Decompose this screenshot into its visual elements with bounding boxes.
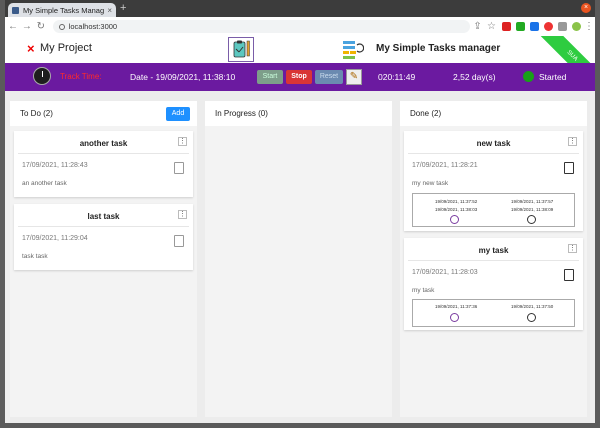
new-tab-button[interactable]: + [120, 2, 126, 14]
info-icon[interactable] [58, 23, 65, 30]
start-clock-icon [450, 215, 459, 224]
divider [18, 153, 189, 154]
task-title: last task [87, 212, 120, 221]
track-time-bar: Track Time: Date - 19/09/2021, 11:38:10 … [5, 63, 595, 91]
task-description: task task [22, 253, 48, 260]
browser-chrome: My Simple Tasks Manager × + × ← → ↻ loca… [5, 0, 595, 37]
column-header: To Do (2) Add [10, 101, 197, 126]
time-log: 19/09/2021, 11:37:36 19/09/2021, 11:37:5… [412, 299, 575, 327]
start-time: 19/09/2021, 11:38:03 [435, 207, 478, 212]
card-menu-icon[interactable]: ⋮ [568, 137, 577, 146]
tab-title: My Simple Tasks Manager [23, 5, 105, 15]
start-button[interactable]: Start [257, 70, 283, 84]
url-text: localhost:3000 [68, 22, 118, 31]
tab-close-icon[interactable]: × [107, 6, 112, 15]
clipboard-logo-icon [228, 37, 254, 62]
task-date: 17/09/2021, 11:28:21 [412, 162, 478, 169]
task-description: my task [412, 287, 435, 294]
extension-icon[interactable] [516, 22, 526, 31]
task-date: 17/09/2021, 11:28:03 [412, 269, 478, 276]
status-indicator-icon [523, 71, 534, 82]
close-project-icon[interactable]: × [27, 41, 35, 56]
app-header: × My Project My Simple Tasks manager SUA [5, 36, 595, 94]
add-task-button[interactable]: Add [166, 107, 190, 121]
app-root: × My Project My Simple Tasks manager SUA… [5, 36, 595, 423]
favicon-icon [12, 6, 19, 14]
forward-icon[interactable]: → [21, 21, 33, 32]
card-menu-icon[interactable]: ⋮ [568, 244, 577, 253]
extension-icon[interactable] [530, 22, 540, 31]
bookmark-star-icon[interactable]: ☆ [486, 21, 498, 32]
clipboard-check-icon[interactable] [564, 269, 574, 281]
start-time: 19/09/2021, 11:37:36 [435, 304, 478, 309]
reload-icon[interactable]: ↻ [35, 21, 47, 32]
column-title: In Progress (0) [215, 109, 268, 118]
start-time: 19/09/2021, 11:37:52 [435, 199, 478, 204]
column-title: Done (2) [410, 109, 442, 118]
divider [18, 226, 189, 227]
clipboard-search-icon[interactable] [174, 235, 184, 247]
task-date: 17/09/2021, 11:29:04 [22, 235, 88, 242]
column-done: Done (2) new task ⋮ 17/09/2021, 11:28:21… [400, 101, 587, 417]
divider [408, 153, 579, 154]
task-title: another task [79, 139, 128, 148]
divider [408, 260, 579, 261]
stop-clock-icon [527, 313, 536, 322]
clipboard-check-icon[interactable] [564, 162, 574, 174]
time-log: 19/09/2021, 11:37:52 19/09/2021, 11:38:0… [412, 193, 575, 227]
stopwatch-icon [33, 67, 51, 85]
status-text: Started [539, 72, 567, 82]
card-menu-icon[interactable]: ⋮ [178, 137, 187, 146]
browser-toolbar: ← → ↻ localhost:3000 ⇪ ☆ ⋮ [5, 17, 595, 37]
column-title: To Do (2) [20, 109, 53, 118]
task-card[interactable]: last task ⋮ 17/09/2021, 11:29:04 task ta… [14, 204, 193, 270]
task-title: my task [478, 246, 509, 255]
task-description: my new task [412, 180, 449, 187]
task-card[interactable]: another task ⋮ 17/09/2021, 11:28:43 an a… [14, 131, 193, 197]
tools-icon[interactable]: ✎ [346, 69, 362, 85]
task-date: 17/09/2021, 11:28:43 [22, 162, 88, 169]
extension-icon[interactable] [544, 22, 554, 31]
task-card[interactable]: my task ⋮ 17/09/2021, 11:28:03 my task 1… [404, 238, 583, 330]
end-time: 19/09/2021, 11:38:09 [511, 207, 554, 212]
browser-tab[interactable]: My Simple Tasks Manager × [8, 3, 116, 17]
elapsed-days: 2,52 day(s) [453, 72, 496, 82]
share-icon[interactable]: ⇪ [472, 21, 484, 32]
profile-avatar[interactable] [572, 22, 582, 31]
card-menu-icon[interactable]: ⋮ [178, 210, 187, 219]
extension-icon[interactable] [502, 22, 512, 31]
kanban-board: To Do (2) Add another task ⋮ 17/09/2021,… [5, 91, 595, 423]
task-card[interactable]: new task ⋮ 17/09/2021, 11:28:21 my new t… [404, 131, 583, 231]
task-title: new task [476, 139, 511, 148]
elapsed-time: 020:11:49 [378, 72, 416, 82]
column-in-progress: In Progress (0) [205, 101, 392, 417]
extension-icon[interactable] [558, 22, 568, 31]
start-clock-icon [450, 313, 459, 322]
app-title: My Simple Tasks manager [376, 43, 501, 54]
column-header: In Progress (0) [205, 101, 392, 126]
stop-button[interactable]: Stop [286, 70, 312, 84]
back-icon[interactable]: ← [7, 21, 19, 32]
track-time-label: Track Time: [60, 72, 102, 81]
column-header: Done (2) [400, 101, 587, 126]
window-close-button[interactable]: × [581, 3, 591, 13]
end-time: 19/09/2021, 11:37:57 [511, 199, 554, 204]
address-bar[interactable]: localhost:3000 [52, 20, 470, 33]
reset-button[interactable]: Reset [315, 70, 343, 84]
stop-clock-icon [527, 215, 536, 224]
clipboard-search-icon[interactable] [174, 162, 184, 174]
end-time: 19/09/2021, 11:37:50 [511, 304, 554, 309]
menu-kebab-icon[interactable]: ⋮ [583, 21, 595, 32]
current-date: Date - 19/09/2021, 11:38:10 [130, 72, 236, 82]
task-description: an another task [22, 180, 67, 187]
tab-strip: My Simple Tasks Manager × + × [5, 0, 595, 17]
tasks-board-logo-icon [342, 39, 365, 61]
column-todo: To Do (2) Add another task ⋮ 17/09/2021,… [10, 101, 197, 417]
project-title: My Project [40, 42, 92, 54]
